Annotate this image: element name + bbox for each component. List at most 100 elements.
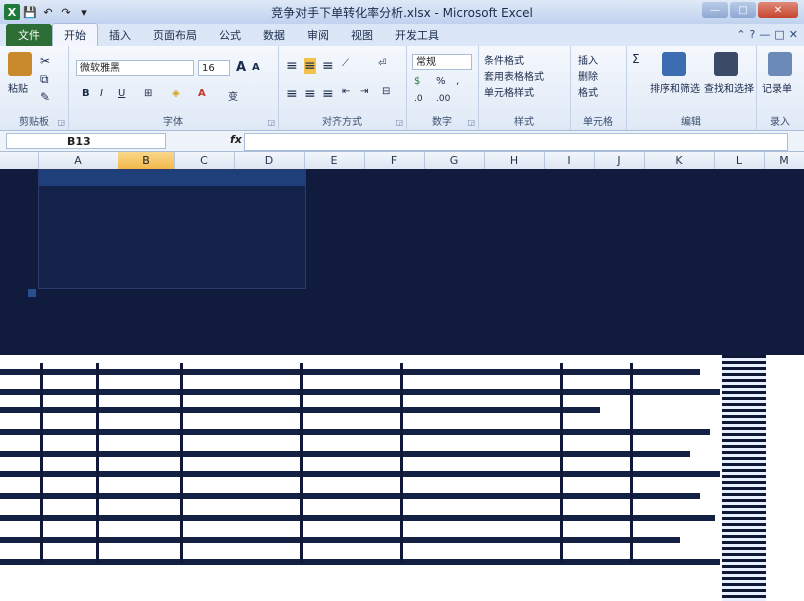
format-as-table-button[interactable]: 套用表格格式 — [484, 68, 544, 83]
doc-close-icon[interactable]: ✕ — [789, 28, 798, 41]
orientation-icon[interactable]: ⟋ — [342, 58, 349, 69]
insert-cells-button[interactable]: 插入 — [578, 52, 598, 67]
find-select-icon[interactable] — [714, 52, 738, 76]
alignment-launcher-icon[interactable]: ◲ — [395, 118, 403, 127]
group-clipboard: 粘贴 ✂ ⧉ ✎ 剪贴板 ◲ — [0, 46, 69, 130]
glitch-band — [0, 389, 720, 395]
col-k[interactable]: K — [644, 152, 715, 169]
paste-label[interactable]: 粘贴 — [8, 80, 28, 95]
phonetic-button[interactable]: 变 — [228, 88, 238, 103]
format-painter-icon[interactable]: ✎ — [40, 90, 50, 104]
align-center-icon[interactable]: ≡ — [304, 86, 316, 102]
font-size-field[interactable]: 16 — [198, 60, 230, 76]
percent-button[interactable]: % — [436, 76, 446, 87]
window-controls: — □ ✕ — [702, 2, 798, 18]
sort-filter-icon[interactable] — [662, 52, 686, 76]
formula-input[interactable] — [244, 133, 788, 151]
col-j[interactable]: J — [594, 152, 645, 169]
glitch-noise — [722, 355, 766, 601]
undo-icon[interactable]: ↶ — [40, 4, 56, 20]
clipboard-launcher-icon[interactable]: ◲ — [57, 118, 65, 127]
align-right-icon[interactable]: ≡ — [322, 86, 334, 102]
corrupted-render-area — [0, 355, 804, 601]
bold-button[interactable]: B — [82, 88, 90, 99]
italic-button[interactable]: I — [100, 88, 103, 99]
border-button[interactable]: ⊞ — [144, 88, 152, 99]
number-format-field[interactable]: 常规 — [412, 54, 472, 70]
glitch-band — [0, 471, 720, 477]
col-b[interactable]: B — [118, 152, 175, 169]
font-color-button[interactable]: A — [198, 88, 206, 99]
wrap-text-icon[interactable]: ⏎ — [378, 58, 386, 69]
help-icon[interactable]: ? — [750, 28, 756, 41]
font-launcher-icon[interactable]: ◲ — [267, 118, 275, 127]
col-h[interactable]: H — [484, 152, 545, 169]
fill-color-button[interactable]: ◈ — [172, 88, 180, 99]
copy-icon[interactable]: ⧉ — [40, 72, 49, 87]
tab-insert[interactable]: 插入 — [98, 24, 142, 46]
autosum-button[interactable]: Σ — [632, 52, 640, 66]
select-all-corner[interactable] — [0, 152, 39, 169]
tab-page-layout[interactable]: 页面布局 — [142, 24, 208, 46]
tab-home[interactable]: 开始 — [52, 23, 98, 46]
decrease-indent-icon[interactable]: ⇤ — [342, 86, 350, 97]
font-name-field[interactable]: 微软雅黑 — [76, 60, 194, 76]
doc-minimize-icon[interactable]: — — [759, 28, 770, 41]
tab-data[interactable]: 数据 — [252, 24, 296, 46]
insert-function-icon[interactable]: fx — [230, 133, 242, 146]
group-number: 常规 $ % , .0 .00 数字 ◲ — [406, 46, 479, 130]
col-f[interactable]: F — [364, 152, 425, 169]
group-cells: 插入 删除 格式 单元格 — [570, 46, 627, 130]
name-box[interactable]: B13 — [6, 133, 166, 149]
conditional-format-button[interactable]: 条件格式 — [484, 52, 524, 67]
col-a[interactable]: A — [38, 152, 119, 169]
window-title: 竞争对手下单转化率分析.xlsx - Microsoft Excel — [271, 5, 533, 20]
underline-button[interactable]: U — [118, 88, 125, 99]
tab-formulas[interactable]: 公式 — [208, 24, 252, 46]
record-form-icon[interactable] — [768, 52, 792, 76]
currency-icon[interactable]: $ — [414, 76, 420, 87]
tab-file[interactable]: 文件 — [6, 24, 52, 46]
record-form-label[interactable]: 记录单 — [762, 80, 792, 95]
merge-center-icon[interactable]: ⊟ — [382, 86, 390, 97]
col-e[interactable]: E — [304, 152, 365, 169]
tab-view[interactable]: 视图 — [340, 24, 384, 46]
comma-button[interactable]: , — [456, 76, 459, 87]
minimize-button[interactable]: — — [702, 2, 728, 18]
cell-styles-button[interactable]: 单元格样式 — [484, 84, 534, 99]
col-l[interactable]: L — [714, 152, 765, 169]
paste-icon[interactable] — [8, 52, 32, 76]
increase-decimal-button[interactable]: .0 — [414, 94, 423, 104]
col-d[interactable]: D — [234, 152, 305, 169]
worksheet-grid[interactable] — [0, 169, 804, 601]
align-top-icon[interactable]: ≡ — [286, 58, 298, 74]
number-launcher-icon[interactable]: ◲ — [467, 118, 475, 127]
close-button[interactable]: ✕ — [758, 2, 798, 18]
align-middle-icon[interactable]: ≡ — [304, 58, 316, 74]
cut-icon[interactable]: ✂ — [40, 54, 50, 68]
col-c[interactable]: C — [174, 152, 235, 169]
decrease-decimal-button[interactable]: .00 — [436, 94, 450, 104]
align-bottom-icon[interactable]: ≡ — [322, 58, 334, 74]
data-table[interactable] — [38, 169, 306, 289]
sort-filter-label[interactable]: 排序和筛选 — [650, 80, 700, 95]
grow-font-button[interactable]: A — [236, 60, 246, 75]
tab-review[interactable]: 审阅 — [296, 24, 340, 46]
maximize-button[interactable]: □ — [730, 2, 756, 18]
col-g[interactable]: G — [424, 152, 485, 169]
delete-cells-button[interactable]: 删除 — [578, 68, 598, 83]
doc-restore-icon[interactable]: □ — [774, 28, 784, 41]
collapse-ribbon-icon[interactable]: ⌃ — [736, 28, 745, 41]
format-cells-button[interactable]: 格式 — [578, 84, 598, 99]
col-i[interactable]: I — [544, 152, 595, 169]
col-m[interactable]: M — [764, 152, 804, 169]
save-icon[interactable]: 💾 — [22, 4, 38, 20]
align-left-icon[interactable]: ≡ — [286, 86, 298, 102]
tab-developer[interactable]: 开发工具 — [384, 24, 450, 46]
find-select-label[interactable]: 查找和选择 — [704, 80, 754, 95]
increase-indent-icon[interactable]: ⇥ — [360, 86, 368, 97]
redo-icon[interactable]: ↷ — [58, 4, 74, 20]
customize-qat-icon[interactable]: ▾ — [76, 4, 92, 20]
shrink-font-button[interactable]: A — [252, 62, 260, 73]
glitch-stripe — [400, 363, 403, 563]
